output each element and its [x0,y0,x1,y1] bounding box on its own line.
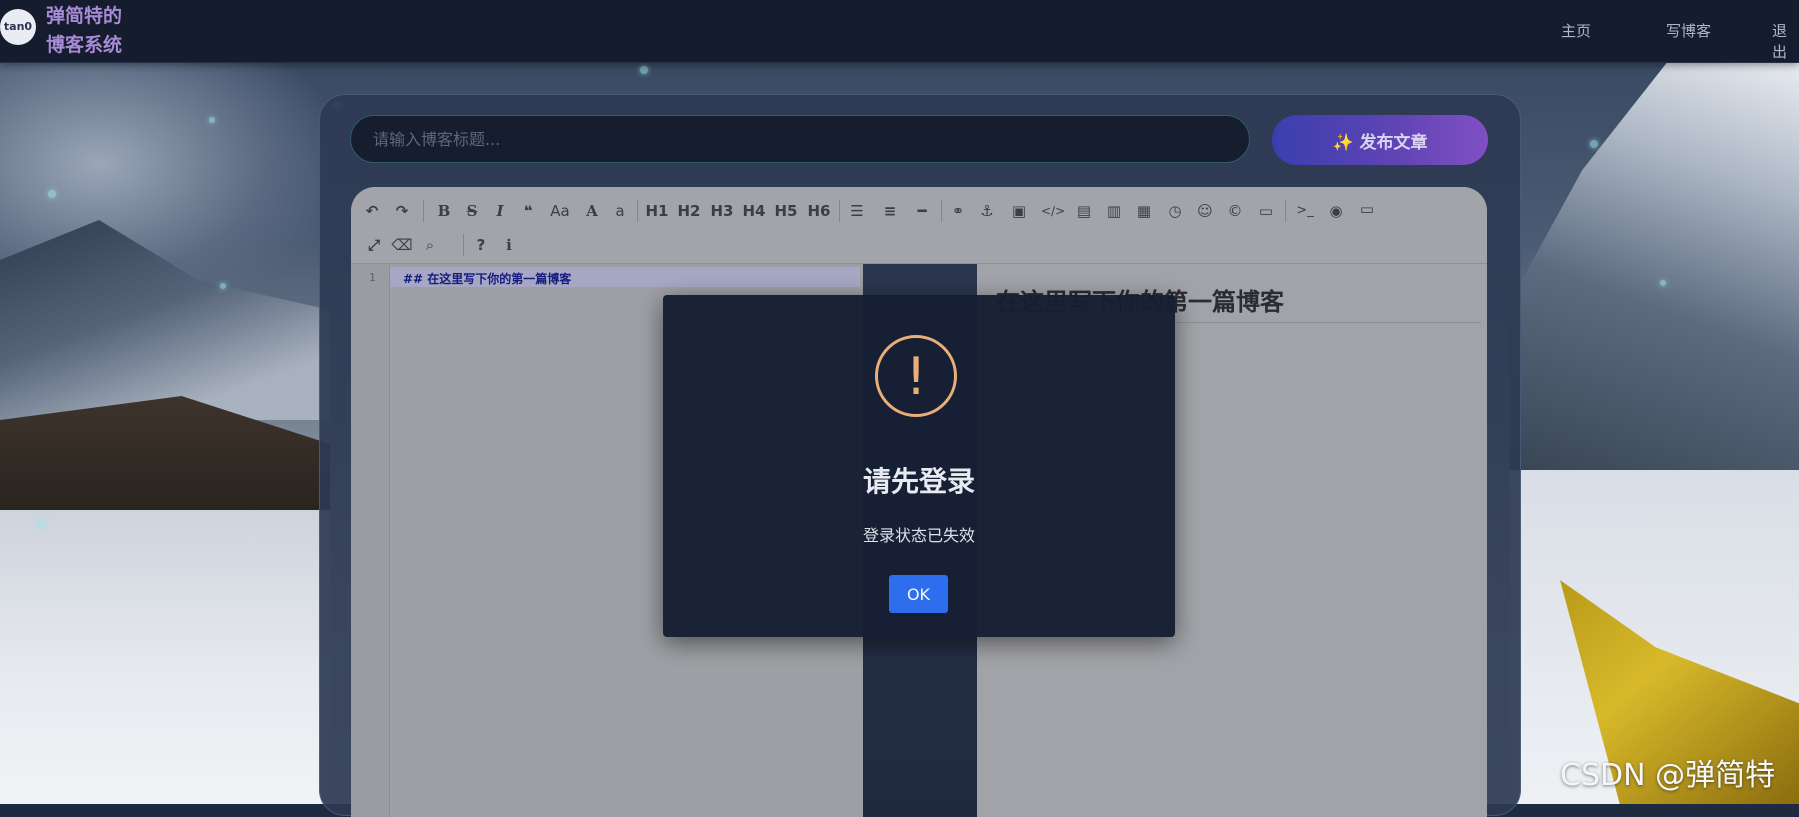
site-logo[interactable]: tan0 [0,9,36,45]
brand-line-2: 博客系统 [46,34,123,56]
nav-write-link[interactable]: 写博客 [1666,20,1711,41]
watermark: CSDN @弹简特 [1560,758,1776,793]
warning-icon: ! [875,335,957,417]
nav-home-link[interactable]: 主页 [1561,20,1591,41]
site-brand: 弹简特的 博客系统 [46,2,146,60]
alert-dialog: ! 请先登录 登录状态已失效 OK [663,295,1175,637]
ok-button[interactable]: OK [889,575,948,613]
nav-logout-link[interactable]: 退出 [1772,20,1799,62]
dialog-message: 登录状态已失效 [862,526,975,545]
brand-line-1: 弹简特的 [46,5,123,27]
top-navbar: tan0 弹简特的 博客系统 主页 写博客 退出 [0,0,1799,63]
dialog-title: 请先登录 [862,465,975,498]
